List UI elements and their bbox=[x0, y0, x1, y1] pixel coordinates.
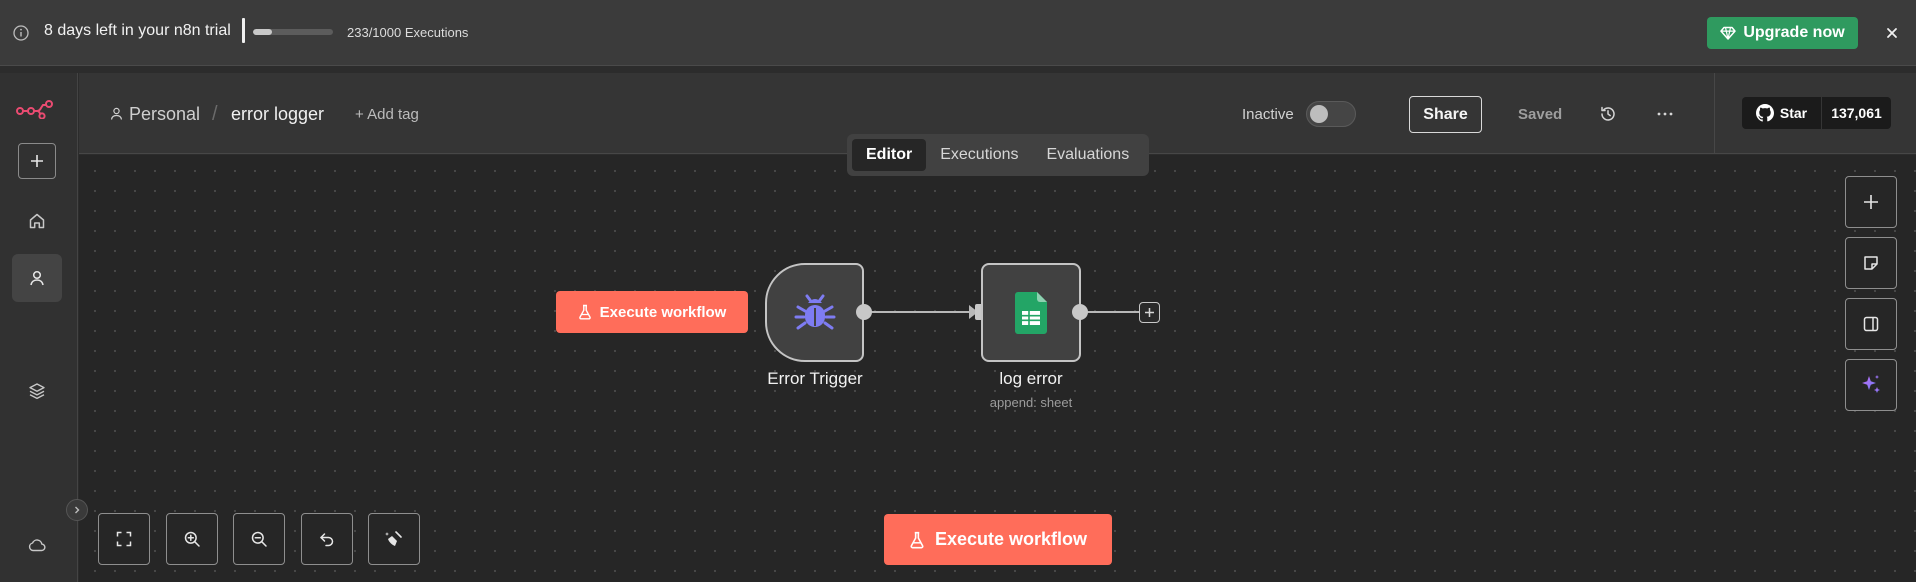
execute-workflow-button[interactable]: Execute workflow bbox=[884, 514, 1112, 565]
add-sticky-note-button[interactable] bbox=[1845, 237, 1897, 289]
user-icon bbox=[109, 106, 124, 121]
banner-separator bbox=[242, 18, 245, 43]
toggle-knob bbox=[1310, 105, 1328, 123]
executions-progress-bar bbox=[253, 29, 333, 35]
toggle-panel-button[interactable] bbox=[1845, 298, 1897, 350]
sidebar-expand-button[interactable] bbox=[66, 499, 88, 521]
github-star-count[interactable]: 137,061 bbox=[1822, 97, 1891, 129]
node-execute-workflow-label: Execute workflow bbox=[599, 303, 727, 321]
undo-icon bbox=[318, 530, 336, 548]
panel-icon bbox=[1862, 315, 1880, 333]
trial-days-text: 8 days left in your n8n trial bbox=[44, 22, 231, 39]
github-icon bbox=[1755, 104, 1774, 122]
execute-workflow-label: Execute workflow bbox=[934, 529, 1088, 549]
home-icon bbox=[27, 211, 47, 231]
more-options-icon[interactable] bbox=[1655, 104, 1675, 124]
node-execute-workflow-button[interactable]: Execute workflow bbox=[556, 291, 748, 333]
create-button[interactable] bbox=[18, 143, 56, 179]
clean-up-icon bbox=[384, 529, 404, 549]
sidebar-item-cloud[interactable] bbox=[12, 521, 62, 569]
node-error-trigger[interactable] bbox=[765, 263, 864, 362]
error-trigger-output-handle[interactable] bbox=[856, 304, 872, 320]
add-tag-button[interactable]: + Add tag bbox=[355, 106, 419, 123]
diamond-icon bbox=[1720, 25, 1737, 41]
header-divider bbox=[1714, 73, 1715, 154]
log-error-output-handle[interactable] bbox=[1072, 304, 1088, 320]
cloud-icon bbox=[27, 535, 47, 555]
breadcrumb-project[interactable]: Personal bbox=[129, 104, 200, 125]
sidebar-item-templates[interactable] bbox=[12, 367, 62, 415]
sticky-note-icon bbox=[1862, 254, 1880, 272]
executions-progress-fill bbox=[253, 29, 272, 35]
tab-editor[interactable]: Editor bbox=[852, 139, 927, 171]
info-icon bbox=[12, 24, 30, 42]
trial-banner: 8 days left in your n8n trial 233/1000 E… bbox=[0, 0, 1916, 66]
flask-icon bbox=[909, 531, 925, 549]
bug-icon bbox=[793, 291, 837, 335]
node-log-error[interactable] bbox=[981, 263, 1081, 362]
add-node-button[interactable] bbox=[1845, 176, 1897, 228]
add-next-node-button[interactable] bbox=[1139, 302, 1160, 323]
fit-view-button[interactable] bbox=[98, 513, 150, 565]
node-label-log-error: log error bbox=[999, 369, 1063, 388]
zoom-out-button[interactable] bbox=[233, 513, 285, 565]
undo-button[interactable] bbox=[301, 513, 353, 565]
chevron-right-icon bbox=[72, 505, 82, 515]
tab-evaluations[interactable]: Evaluations bbox=[1032, 139, 1143, 171]
plus-icon bbox=[1862, 193, 1880, 211]
user-icon bbox=[27, 268, 47, 288]
sidebar-item-overview[interactable] bbox=[12, 197, 62, 245]
executions-count-text: 233/1000 Executions bbox=[347, 25, 469, 40]
active-toggle[interactable] bbox=[1306, 101, 1356, 127]
node-label-error-trigger: Error Trigger bbox=[767, 369, 863, 388]
plus-icon bbox=[1144, 307, 1155, 318]
node-subtitle-log-error: append: sheet bbox=[989, 395, 1073, 410]
breadcrumb-separator: / bbox=[212, 103, 218, 125]
workflow-name[interactable]: error logger bbox=[231, 104, 324, 125]
active-status-label: Inactive bbox=[1242, 106, 1294, 123]
ai-assistant-button[interactable] bbox=[1845, 359, 1897, 411]
close-icon[interactable] bbox=[1883, 24, 1901, 42]
plus-icon bbox=[29, 153, 45, 169]
layers-icon bbox=[27, 381, 47, 401]
zoom-in-icon bbox=[183, 530, 201, 548]
history-icon[interactable] bbox=[1598, 104, 1618, 124]
zoom-in-button[interactable] bbox=[166, 513, 218, 565]
google-sheets-icon bbox=[1015, 291, 1047, 334]
upgrade-now-label: Upgrade now bbox=[1743, 24, 1845, 41]
ai-sparkle-icon bbox=[1859, 373, 1883, 397]
flask-icon bbox=[578, 304, 592, 320]
share-button[interactable]: Share bbox=[1409, 96, 1482, 133]
sidebar-item-personal[interactable] bbox=[12, 254, 62, 302]
view-tabs: Editor Executions Evaluations bbox=[847, 134, 1149, 176]
clean-up-button[interactable] bbox=[368, 513, 420, 565]
tab-executions[interactable]: Executions bbox=[926, 139, 1032, 171]
n8n-logo-icon[interactable] bbox=[16, 99, 54, 119]
zoom-out-icon bbox=[250, 530, 268, 548]
fit-view-icon bbox=[115, 530, 133, 548]
github-star-button[interactable]: Star bbox=[1742, 97, 1821, 129]
upgrade-now-button[interactable]: Upgrade now bbox=[1707, 17, 1858, 49]
github-star-label: Star bbox=[1779, 105, 1808, 121]
saved-status: Saved bbox=[1518, 106, 1563, 123]
